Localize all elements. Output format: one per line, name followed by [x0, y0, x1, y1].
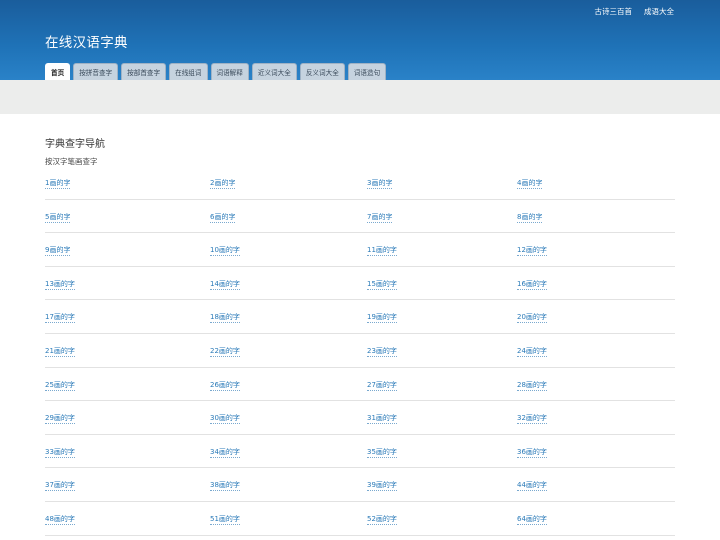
stroke-count-link[interactable]: 13画的字: [45, 280, 75, 290]
stroke-count-link[interactable]: 3画的字: [367, 179, 393, 189]
stroke-row: 48画的字 51画的字 52画的字 64画的字: [45, 502, 675, 536]
stroke-row: 37画的字 38画的字 39画的字 44画的字: [45, 468, 675, 502]
stroke-count-link[interactable]: 15画的字: [367, 280, 397, 290]
stroke-count-link[interactable]: 48画的字: [45, 515, 75, 525]
stroke-count-link[interactable]: 29画的字: [45, 414, 75, 425]
site-header: 古诗三百首 成语大全 在线汉语字典 首页 按拼音查字 按部首查字 在线组词 词语…: [0, 0, 720, 80]
stroke-count-link[interactable]: 6画的字: [210, 213, 236, 223]
stroke-count-link[interactable]: 12画的字: [517, 246, 547, 257]
stroke-count-link[interactable]: 33画的字: [45, 448, 75, 458]
stroke-count-link[interactable]: 25画的字: [45, 381, 75, 391]
stroke-count-link[interactable]: 23画的字: [367, 347, 397, 357]
stroke-count-link[interactable]: 36画的字: [517, 448, 547, 458]
stroke-count-link[interactable]: 9画的字: [45, 246, 71, 257]
stroke-count-link[interactable]: 16画的字: [517, 280, 547, 290]
stroke-count-link[interactable]: 37画的字: [45, 481, 75, 492]
stroke-count-link[interactable]: 1画的字: [45, 179, 71, 189]
stroke-count-link[interactable]: 39画的字: [367, 481, 397, 492]
tab-sentence-making[interactable]: 词语造句: [347, 63, 387, 80]
stroke-row: 1画的字 2画的字 3画的字 4画的字: [45, 166, 675, 200]
stroke-count-link[interactable]: 8画的字: [517, 213, 543, 223]
stroke-row: 25画的字 26画的字 27画的字 28画的字: [45, 368, 675, 402]
nav-tabs: 首页 按拼音查字 按部首查字 在线组词 词语解释 近义词大全 反义词大全 词语造…: [45, 63, 387, 80]
stroke-count-link[interactable]: 5画的字: [45, 213, 71, 223]
tab-home[interactable]: 首页: [45, 63, 71, 80]
stroke-count-link[interactable]: 11画的字: [367, 246, 397, 257]
stroke-count-link[interactable]: 21画的字: [45, 347, 75, 357]
stroke-count-link[interactable]: 32画的字: [517, 414, 547, 425]
stroke-row: 17画的字 18画的字 19画的字 20画的字: [45, 300, 675, 334]
tab-word-explanation[interactable]: 词语解释: [210, 63, 249, 80]
stroke-row: 13画的字 14画的字 15画的字 16画的字: [45, 267, 675, 301]
stroke-count-link[interactable]: 4画的字: [517, 179, 543, 189]
section-title: 字典查字导航: [45, 139, 105, 150]
stroke-row: 33画的字 34画的字 35画的字 36画的字: [45, 435, 675, 469]
stroke-count-link[interactable]: 18画的字: [210, 313, 240, 324]
top-link-idioms[interactable]: 成语大全: [644, 6, 674, 17]
stroke-count-link[interactable]: 24画的字: [517, 347, 547, 357]
stroke-count-link[interactable]: 10画的字: [210, 246, 240, 257]
stroke-count-link[interactable]: 14画的字: [210, 280, 240, 290]
stroke-count-link[interactable]: 31画的字: [367, 414, 397, 425]
tab-antonyms[interactable]: 反义词大全: [299, 63, 345, 80]
tab-synonyms[interactable]: 近义词大全: [251, 63, 297, 80]
stroke-count-link[interactable]: 44画的字: [517, 481, 547, 492]
stroke-count-link[interactable]: 30画的字: [210, 414, 240, 425]
stroke-count-link[interactable]: 26画的字: [210, 381, 240, 391]
stroke-count-link[interactable]: 35画的字: [367, 448, 397, 458]
stroke-count-grid: 1画的字 2画的字 3画的字 4画的字 5画的字 6画的字 7画的字 8画的字 9画的字 10画的…: [45, 166, 675, 536]
stroke-count-link[interactable]: 38画的字: [210, 481, 240, 492]
stroke-count-link[interactable]: 7画的字: [367, 213, 393, 223]
stroke-count-link[interactable]: 34画的字: [210, 448, 240, 458]
stroke-count-link[interactable]: 22画的字: [210, 347, 240, 357]
stroke-count-link[interactable]: 17画的字: [45, 313, 75, 324]
tab-word-building[interactable]: 在线组词: [169, 63, 208, 80]
stroke-row: 29画的字 30画的字 31画的字 32画的字: [45, 401, 675, 435]
site-title[interactable]: 在线汉语字典: [45, 31, 128, 51]
stroke-count-link[interactable]: 19画的字: [367, 313, 397, 324]
tab-pinyin-lookup[interactable]: 按拼音查字: [73, 63, 119, 80]
stroke-count-link[interactable]: 51画的字: [210, 515, 240, 525]
stroke-count-link[interactable]: 20画的字: [517, 313, 547, 324]
stroke-count-link[interactable]: 64画的字: [517, 515, 547, 525]
stroke-row: 5画的字 6画的字 7画的字 8画的字: [45, 200, 675, 234]
stroke-row: 21画的字 22画的字 23画的字 24画的字: [45, 334, 675, 368]
main-content: 字典查字导航 按汉字笔画查字 1画的字 2画的字 3画的字 4画的字 5画的字 6画的字 7…: [0, 114, 720, 540]
tab-radical-lookup[interactable]: 按部首查字: [121, 63, 167, 80]
stroke-count-link[interactable]: 28画的字: [517, 381, 547, 391]
stroke-count-link[interactable]: 27画的字: [367, 381, 397, 391]
stroke-count-link[interactable]: 2画的字: [210, 179, 236, 189]
top-links: 古诗三百首 成语大全: [595, 6, 675, 17]
stroke-count-link[interactable]: 52画的字: [367, 515, 397, 525]
top-link-poems[interactable]: 古诗三百首: [595, 6, 633, 17]
stroke-row: 9画的字 10画的字 11画的字 12画的字: [45, 233, 675, 267]
gray-banner: [0, 80, 720, 114]
